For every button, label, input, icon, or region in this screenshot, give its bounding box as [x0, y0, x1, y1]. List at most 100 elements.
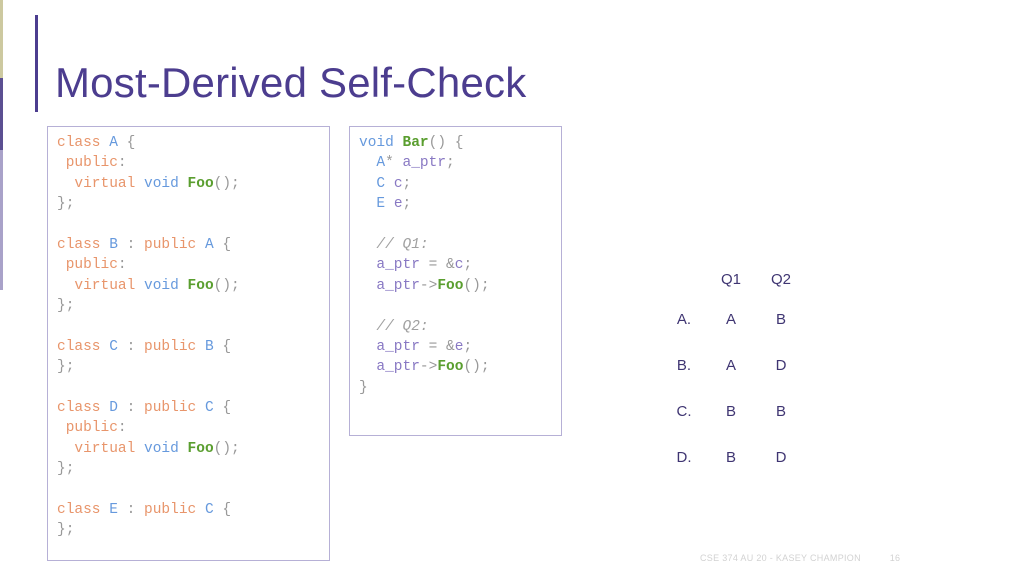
code-token-pun: {	[213, 338, 232, 355]
code-line: C c;	[359, 174, 561, 194]
code-token-key: virtual	[74, 175, 145, 192]
code-token-pun	[359, 319, 376, 335]
code-token-var: a_ptr	[376, 338, 420, 355]
code-token-pun	[385, 196, 394, 212]
code-line: virtual void Foo();	[57, 174, 329, 194]
answer-cell-q1: A	[725, 356, 736, 374]
code-token-pun: ;	[402, 175, 412, 192]
code-token-pun: :	[117, 420, 127, 437]
code-line: class D : public C {	[57, 398, 329, 418]
code-token-key: class	[57, 338, 110, 355]
code-token-type: B	[109, 236, 118, 253]
answer-row[interactable]: D. B D	[660, 434, 806, 480]
code-token-var: a_ptr	[376, 277, 420, 294]
answer-row-label: B.	[676, 356, 692, 374]
edge-strip-segment-olive	[0, 0, 3, 78]
code-line: virtual void Foo();	[57, 439, 329, 459]
answer-cell-q1: A	[725, 310, 736, 328]
code-token-key: public	[144, 338, 205, 355]
code-token-pun: ;	[446, 155, 455, 172]
code-line: class E : public C {	[57, 500, 329, 520]
code-token-type: void	[144, 440, 188, 457]
code-token-key: class	[57, 236, 110, 253]
code-token-pun	[359, 196, 376, 212]
code-token-var: a_ptr	[376, 257, 420, 274]
code-token-pun: *	[385, 155, 403, 172]
code-token-type: B	[204, 338, 214, 355]
code-token-pun: ();	[213, 175, 240, 192]
code-line: A* a_ptr;	[359, 153, 561, 173]
code-token-type: E	[376, 196, 386, 213]
code-line: // Q1:	[359, 235, 561, 255]
code-token-pun	[57, 278, 74, 294]
answer-row[interactable]: B. A D	[660, 342, 806, 388]
footer-page-number: 16	[889, 553, 901, 563]
code-line: virtual void Foo();	[57, 276, 329, 296]
code-token-pun: ();	[213, 440, 240, 457]
code-token-var: c	[393, 175, 403, 192]
code-token-pun: ;	[463, 257, 473, 274]
answer-row[interactable]: C. B B	[660, 388, 806, 434]
code-line: public:	[57, 153, 329, 173]
code-token-pun: };	[57, 196, 75, 213]
code-token-fn: Foo	[187, 277, 214, 294]
code-token-pun: :	[117, 502, 145, 519]
answer-row-label: C.	[676, 402, 692, 420]
code-token-pun	[359, 257, 376, 273]
code-token-key: public	[144, 236, 205, 253]
code-line: a_ptr = &e;	[359, 337, 561, 357]
code-line: E e;	[359, 194, 561, 214]
code-token-cmt: // Q1:	[376, 236, 429, 253]
code-token-pun	[385, 176, 394, 192]
code-token-pun	[57, 441, 74, 457]
code-token-pun	[359, 339, 376, 355]
code-token-pun: {	[213, 400, 232, 417]
code-token-fn: Bar	[402, 135, 429, 151]
code-token-fn: Foo	[187, 175, 214, 192]
code-line: class A {	[57, 133, 329, 153]
answer-header-blank	[660, 262, 706, 296]
page-title: Most-Derived Self-Check	[55, 59, 527, 107]
code-token-var: a_ptr	[376, 359, 420, 376]
code-token-pun: :	[117, 155, 127, 172]
code-token-pun	[57, 176, 74, 192]
code-token-key: public	[57, 257, 118, 274]
code-token-pun	[359, 278, 376, 294]
code-token-pun: {	[213, 236, 232, 253]
answer-cell-q2: D	[775, 356, 787, 374]
code-token-pun: ;	[463, 338, 473, 355]
code-token-key: public	[144, 502, 205, 519]
code-token-pun: ();	[463, 277, 490, 294]
code-token-type: A	[109, 135, 118, 151]
code-line: }	[359, 378, 561, 398]
answer-header-q2: Q2	[770, 270, 791, 288]
code-token-key: virtual	[74, 277, 145, 294]
code-token-type: void	[144, 175, 188, 192]
answer-row[interactable]: A. A B	[660, 296, 806, 342]
code-token-key: public	[57, 420, 118, 437]
code-token-var: a_ptr	[402, 155, 447, 172]
code-token-key: class	[57, 502, 110, 519]
code-line: };	[57, 194, 329, 214]
code-token-pun: {	[117, 135, 136, 151]
code-line: void Bar() {	[359, 133, 561, 153]
code-token-pun	[359, 359, 376, 375]
code-line: };	[57, 296, 329, 316]
code-line: public:	[57, 418, 329, 438]
code-token-type: A	[204, 236, 214, 253]
code-token-type: C	[109, 338, 118, 355]
code-token-type: A	[376, 155, 386, 172]
code-line: a_ptr = &c;	[359, 255, 561, 275]
answer-cell-q2: D	[775, 448, 787, 466]
code-token-type: C	[376, 175, 386, 192]
answer-table-body: A. A B B. A D C. B B D. B D	[660, 296, 806, 480]
code-line: };	[57, 520, 329, 540]
code-token-type: E	[109, 502, 118, 519]
code-token-pun: = &	[419, 257, 455, 274]
code-token-pun: }	[359, 379, 368, 396]
code-token-pun: () {	[428, 135, 464, 151]
